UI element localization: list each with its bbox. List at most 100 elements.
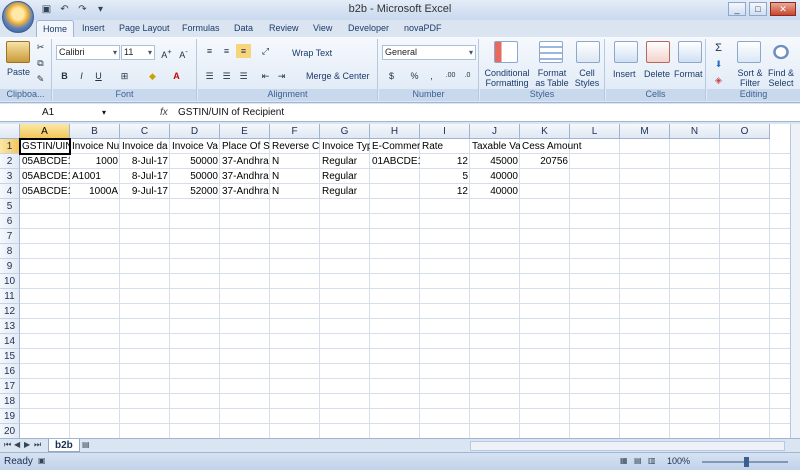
cell[interactable]: Taxable Va (470, 139, 520, 154)
sort-filter-icon[interactable] (737, 41, 761, 63)
tab-review[interactable]: Review (269, 23, 299, 33)
insert-function-icon[interactable]: fx (160, 107, 168, 118)
row-header[interactable]: 4 (0, 184, 20, 199)
font-size-select[interactable]: 11 (121, 45, 155, 60)
cell[interactable]: 50000 (170, 154, 220, 169)
column-header[interactable]: M (620, 124, 670, 139)
column-header[interactable]: J (470, 124, 520, 139)
align-middle-icon[interactable]: ≡ (219, 44, 234, 58)
column-header[interactable]: C (120, 124, 170, 139)
cell[interactable]: E-Commer (370, 139, 420, 154)
row-header[interactable]: 20 (0, 424, 20, 438)
cell[interactable]: Invoice Va (170, 139, 220, 154)
horizontal-scrollbar[interactable] (470, 441, 785, 451)
cell[interactable]: Place Of Su (220, 139, 270, 154)
cell[interactable]: 37-Andhra (220, 154, 270, 169)
column-header[interactable]: F (270, 124, 320, 139)
name-box[interactable]: A1 (2, 106, 110, 120)
normal-view-icon[interactable]: ▦ (620, 456, 628, 465)
worksheet-grid[interactable]: ABCDEFGHIJKLMNO 1 2 3 4 5 6 7 8 9 10 11 12 13 14 15 16 1… (0, 124, 790, 438)
customize-qat-icon[interactable]: ▾ (94, 3, 107, 16)
row-header[interactable]: 7 (0, 229, 20, 244)
cell[interactable]: Regular (320, 184, 370, 199)
cell[interactable]: 40000 (470, 169, 520, 184)
first-sheet-icon[interactable]: ⏮ (4, 440, 11, 450)
zoom-level[interactable]: 100% (667, 456, 690, 466)
tab-view[interactable]: View (313, 23, 332, 33)
row-header[interactable]: 17 (0, 379, 20, 394)
cell[interactable]: 20756 (520, 154, 570, 169)
column-header[interactable]: L (570, 124, 620, 139)
merge-center-button[interactable]: Merge & Center (306, 71, 370, 81)
formula-input[interactable]: GSTIN/UIN of Recipient (178, 106, 284, 120)
row-header[interactable]: 18 (0, 394, 20, 409)
underline-button[interactable]: U (91, 69, 106, 83)
orientation-icon[interactable]: ⤢ (258, 44, 273, 58)
format-painter-icon[interactable]: ✎ (33, 72, 48, 86)
page-layout-view-icon[interactable]: ▤ (634, 456, 642, 465)
row-header[interactable]: 13 (0, 319, 20, 334)
italic-button[interactable]: I (74, 69, 89, 83)
sort-filter-button[interactable]: Sort & Filter (735, 68, 765, 88)
cell[interactable]: 5 (420, 169, 470, 184)
column-header[interactable]: A (20, 124, 70, 139)
cell[interactable]: 8-Jul-17 (120, 169, 170, 184)
row-header[interactable]: 16 (0, 364, 20, 379)
wrap-text-button[interactable]: Wrap Text (292, 48, 332, 58)
cell[interactable]: 37-Andhra (220, 184, 270, 199)
shrink-font-icon[interactable]: A- (176, 45, 191, 60)
sheet-tab-b2b[interactable]: b2b (48, 439, 80, 452)
currency-button[interactable]: $ (384, 69, 399, 83)
copy-icon[interactable]: ⧉ (33, 56, 48, 70)
tab-insert[interactable]: Insert (82, 23, 105, 33)
cell-styles-icon[interactable] (576, 41, 600, 63)
delete-cells-icon[interactable] (646, 41, 670, 63)
borders-icon[interactable]: ⊞ (117, 69, 132, 83)
fill-icon[interactable]: ⬇ (711, 57, 726, 71)
column-header[interactable]: N (670, 124, 720, 139)
column-header[interactable]: E (220, 124, 270, 139)
tab-developer[interactable]: Developer (348, 23, 389, 33)
percent-button[interactable]: % (407, 69, 422, 83)
row-header[interactable]: 12 (0, 304, 20, 319)
page-break-view-icon[interactable]: ▥ (648, 456, 656, 465)
cell[interactable]: Invoice Typ (320, 139, 370, 154)
increase-decimal-icon[interactable]: .00 (443, 69, 458, 83)
format-cells-icon[interactable] (678, 41, 702, 63)
cell[interactable]: 05ABCDE1 (20, 154, 70, 169)
cell[interactable]: N (270, 184, 320, 199)
cut-icon[interactable]: ✂ (33, 40, 48, 54)
tab-data[interactable]: Data (234, 23, 253, 33)
tab-page-layout[interactable]: Page Layout (119, 23, 170, 33)
align-right-icon[interactable]: ☰ (236, 69, 251, 83)
row-header[interactable]: 8 (0, 244, 20, 259)
cell[interactable]: Cess Amount (520, 139, 620, 154)
column-header[interactable]: H (370, 124, 420, 139)
row-header[interactable]: 6 (0, 214, 20, 229)
row-header[interactable]: 19 (0, 409, 20, 424)
row-header[interactable]: 14 (0, 334, 20, 349)
paste-button[interactable]: Paste (7, 67, 30, 77)
autosum-icon[interactable]: Σ (711, 41, 726, 55)
column-header[interactable]: B (70, 124, 120, 139)
cell[interactable]: 52000 (170, 184, 220, 199)
comma-button[interactable]: , (424, 69, 439, 83)
row-header[interactable]: 10 (0, 274, 20, 289)
conditional-formatting-button[interactable]: Conditional Formatting (484, 68, 530, 88)
row-header[interactable]: 11 (0, 289, 20, 304)
cell[interactable]: 01ABCDE1 (370, 154, 420, 169)
align-center-icon[interactable]: ☰ (219, 69, 234, 83)
select-all-corner[interactable] (0, 124, 20, 139)
clear-icon[interactable]: ◈ (711, 73, 726, 87)
zoom-slider-thumb[interactable] (744, 457, 749, 467)
insert-cells-button[interactable]: Insert (613, 69, 636, 79)
conditional-formatting-icon[interactable] (494, 41, 518, 63)
font-name-select[interactable]: Calibri (56, 45, 120, 60)
tab-home[interactable]: Home (36, 20, 75, 37)
bold-button[interactable]: B (57, 69, 72, 83)
tab-novapdf[interactable]: novaPDF (404, 23, 442, 33)
last-sheet-icon[interactable]: ⏭ (34, 440, 41, 450)
column-header[interactable]: D (170, 124, 220, 139)
grow-font-icon[interactable]: A+ (159, 45, 174, 60)
insert-sheet-icon[interactable]: ▤ (82, 440, 90, 449)
